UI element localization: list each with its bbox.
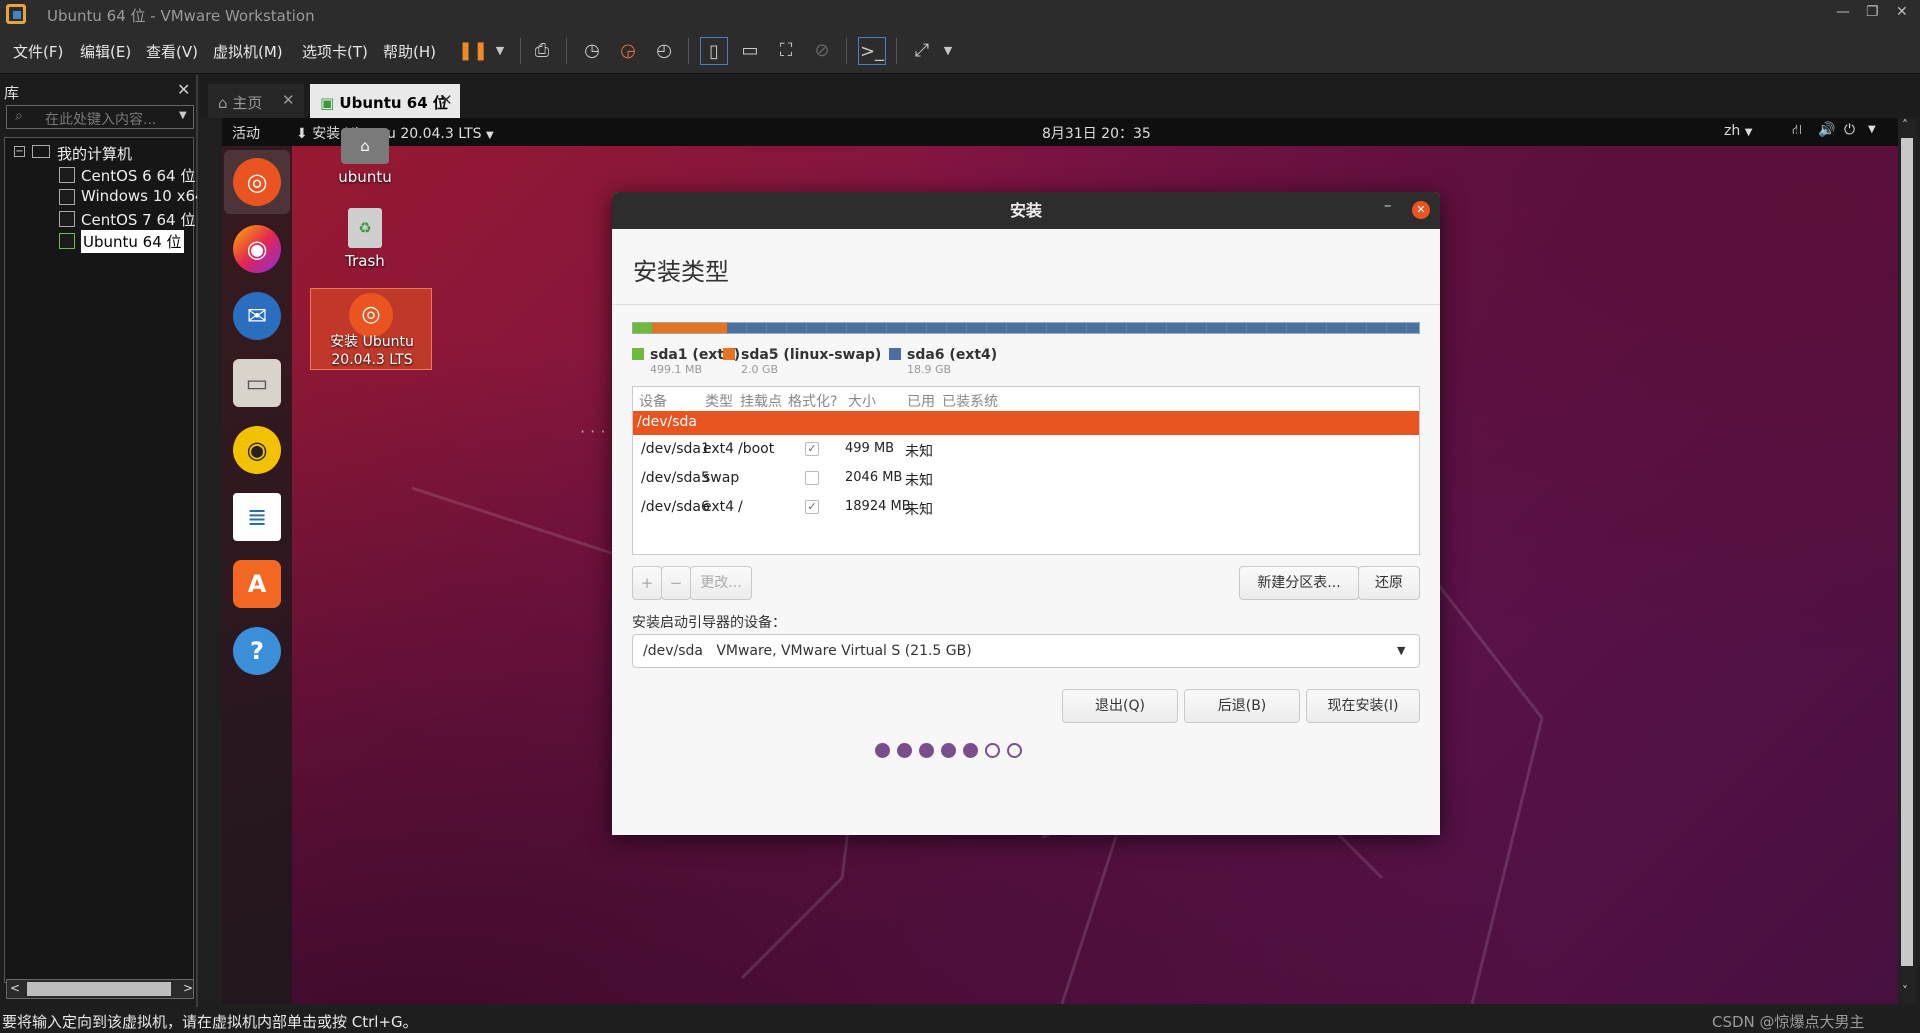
revert-snapshot-icon[interactable]: ◶	[614, 37, 642, 65]
clock[interactable]: 8月31日 20：35	[1042, 123, 1151, 143]
stretch-icon[interactable]: ⤢	[908, 37, 936, 65]
trash-icon: ♻	[348, 208, 382, 248]
vm-icon	[59, 189, 75, 205]
pause-icon[interactable]: ❚❚	[458, 37, 488, 65]
progress-dot-empty	[985, 743, 1000, 758]
menu-bar: 文件(F) 编辑(E) 查看(V) 虚拟机(M) 选项卡(T) 帮助(H) ❚❚…	[0, 28, 1920, 74]
chevron-down-icon[interactable]: ▼	[934, 37, 962, 65]
progress-dot-filled	[941, 743, 956, 758]
ubuntu-installer-icon[interactable]: ◎	[233, 158, 281, 206]
vm-screen[interactable]: 活动 ⬇ 安装 Ubuntu 20.04.3 LTS ▼ 8月31日 20：35…	[222, 118, 1898, 1004]
title-bar: Ubuntu 64 位 - VMware Workstation — ❐ ✕	[0, 0, 1920, 28]
menu-help[interactable]: 帮助(H)	[383, 41, 436, 62]
vm-running-icon	[59, 233, 75, 249]
home-icon: ⌂	[218, 94, 228, 112]
progress-dot-empty	[1007, 743, 1022, 758]
library-view-icon[interactable]: ▯	[700, 37, 728, 65]
fullscreen-icon[interactable]: ⛶	[772, 37, 800, 65]
computer-icon	[32, 145, 50, 158]
search-icon: ⌕	[15, 108, 23, 124]
close-icon[interactable]: ✕	[440, 91, 453, 109]
desktop-trash[interactable]: ♻ Trash	[310, 208, 420, 278]
tree-item-vm-selected[interactable]: Ubuntu 64 位	[81, 230, 184, 253]
scroll-thumb[interactable]	[1901, 138, 1913, 966]
progress-dots	[612, 192, 1440, 835]
files-icon[interactable]: ▭	[233, 359, 281, 407]
chevron-down-icon: ▼	[485, 130, 494, 141]
vmware-logo-icon	[6, 4, 26, 24]
wallpaper-dots: · · ·	[580, 422, 606, 441]
collapse-icon[interactable]: −	[14, 146, 25, 157]
vm-icon: ▣	[320, 94, 335, 112]
window-title: Ubuntu 64 位 - VMware Workstation	[47, 7, 315, 25]
menu-file[interactable]: 文件(F)	[13, 41, 63, 62]
gnome-top-bar: 活动 ⬇ 安装 Ubuntu 20.04.3 LTS ▼ 8月31日 20：35…	[222, 118, 1898, 146]
watermark: CSDN @惊爆点大男主	[1712, 1013, 1865, 1031]
vm-icon	[59, 211, 75, 227]
thunderbird-icon[interactable]: ✉	[233, 292, 281, 340]
input-method[interactable]: zh ▼	[1724, 123, 1752, 139]
close-icon[interactable]: ✕	[1896, 4, 1908, 20]
home-folder-icon: ⌂	[341, 128, 389, 164]
library-panel: 库 ✕ ⌕ 在此处键入内容... ▼ − 我的计算机 CentOS 6 64 位…	[0, 75, 198, 1007]
tree-item-vm[interactable]: CentOS 6 64 位	[81, 165, 195, 186]
close-icon[interactable]: ✕	[282, 91, 295, 109]
chevron-down-icon: ▼	[1744, 127, 1753, 138]
tab-home[interactable]: ⌂ 主页 ✕	[208, 84, 304, 118]
menu-view[interactable]: 查看(V)	[146, 41, 198, 62]
scroll-thumb[interactable]	[27, 982, 171, 996]
tree-item-vm[interactable]: CentOS 7 64 位	[81, 209, 195, 230]
firefox-icon[interactable]: ◉	[233, 225, 281, 273]
status-bar: 要将输入定向到该虚拟机，请在虚拟机内部单击或按 Ctrl+G。 CSDN @惊爆…	[0, 1007, 1920, 1033]
library-search-input[interactable]: ⌕ 在此处键入内容... ▼	[6, 105, 194, 129]
menu-edit[interactable]: 编辑(E)	[80, 41, 131, 62]
tree-item-vm[interactable]: Windows 10 x64	[81, 187, 197, 205]
network-icon[interactable]: ⛙	[1792, 122, 1802, 140]
tree-root[interactable]: 我的计算机	[57, 143, 132, 164]
minimize-icon[interactable]: —	[1836, 4, 1850, 20]
software-icon[interactable]: A	[233, 560, 281, 608]
vm-icon	[59, 167, 75, 183]
scroll-down-icon[interactable]: ˅	[1902, 984, 1908, 998]
status-text: 要将输入定向到该虚拟机，请在虚拟机内部单击或按 Ctrl+G。	[2, 1013, 418, 1031]
scroll-up-icon[interactable]: ˄	[1902, 118, 1908, 132]
vertical-scrollbar[interactable]: ˄ ˅	[1898, 118, 1916, 1004]
console-view-icon[interactable]: ▭	[736, 37, 764, 65]
menu-vm[interactable]: 虚拟机(M)	[213, 41, 283, 62]
scroll-right-icon[interactable]: >	[183, 981, 193, 995]
progress-dot-filled	[875, 743, 890, 758]
chevron-down-icon[interactable]: ▼	[1868, 124, 1876, 135]
desktop-installer[interactable]: ◎ 安装 Ubuntu 20.04.3 LTS	[310, 288, 432, 370]
terminal-icon[interactable]: >_	[858, 37, 886, 65]
writer-icon[interactable]: ≣	[233, 493, 281, 541]
power-icon[interactable]: ⏻	[1844, 122, 1855, 138]
menu-tabs[interactable]: 选项卡(T)	[302, 41, 368, 62]
help-icon[interactable]: ?	[233, 627, 281, 675]
tab-ubuntu[interactable]: ▣ Ubuntu 64 位 ✕	[310, 84, 460, 118]
horizontal-scrollbar[interactable]: < >	[6, 979, 194, 999]
vm-tree: − 我的计算机 CentOS 6 64 位 Windows 10 x64 Cen…	[4, 137, 197, 983]
progress-dot-filled	[963, 743, 978, 758]
tab-bar: ⌂ 主页 ✕ ▣ Ubuntu 64 位 ✕	[200, 75, 1920, 118]
rhythmbox-icon[interactable]: ◉	[233, 426, 281, 474]
snapshot-manager-icon[interactable]: ◴	[650, 37, 678, 65]
snapshot-icon[interactable]: ◷	[578, 37, 606, 65]
download-icon: ⬇	[296, 126, 308, 142]
volume-icon[interactable]: 🔊	[1818, 122, 1835, 138]
ubuntu-installer-icon: ◎	[349, 293, 393, 337]
dock: ◎ ◉ ✉ ▭ ◉ ≣ A ?	[222, 146, 292, 1004]
send-keys-icon[interactable]: ⎙	[528, 37, 556, 65]
progress-dot-filled	[897, 743, 912, 758]
installer-dialog: 安装 – ✕ 安装类型 sda1 (ext4) 499.1 MB sda5 (l…	[612, 192, 1440, 835]
chevron-down-icon[interactable]: ▼	[486, 37, 514, 65]
desktop-home[interactable]: ⌂ ubuntu	[310, 128, 420, 188]
close-icon[interactable]: ✕	[177, 80, 190, 99]
maximize-icon[interactable]: ❐	[1866, 4, 1879, 20]
library-title: 库	[4, 84, 20, 102]
chevron-down-icon[interactable]: ▼	[179, 110, 187, 121]
activities-button[interactable]: 活动	[232, 123, 260, 143]
unity-icon[interactable]: ⊘	[808, 37, 836, 65]
progress-dot-filled	[919, 743, 934, 758]
scroll-left-icon[interactable]: <	[10, 981, 20, 995]
